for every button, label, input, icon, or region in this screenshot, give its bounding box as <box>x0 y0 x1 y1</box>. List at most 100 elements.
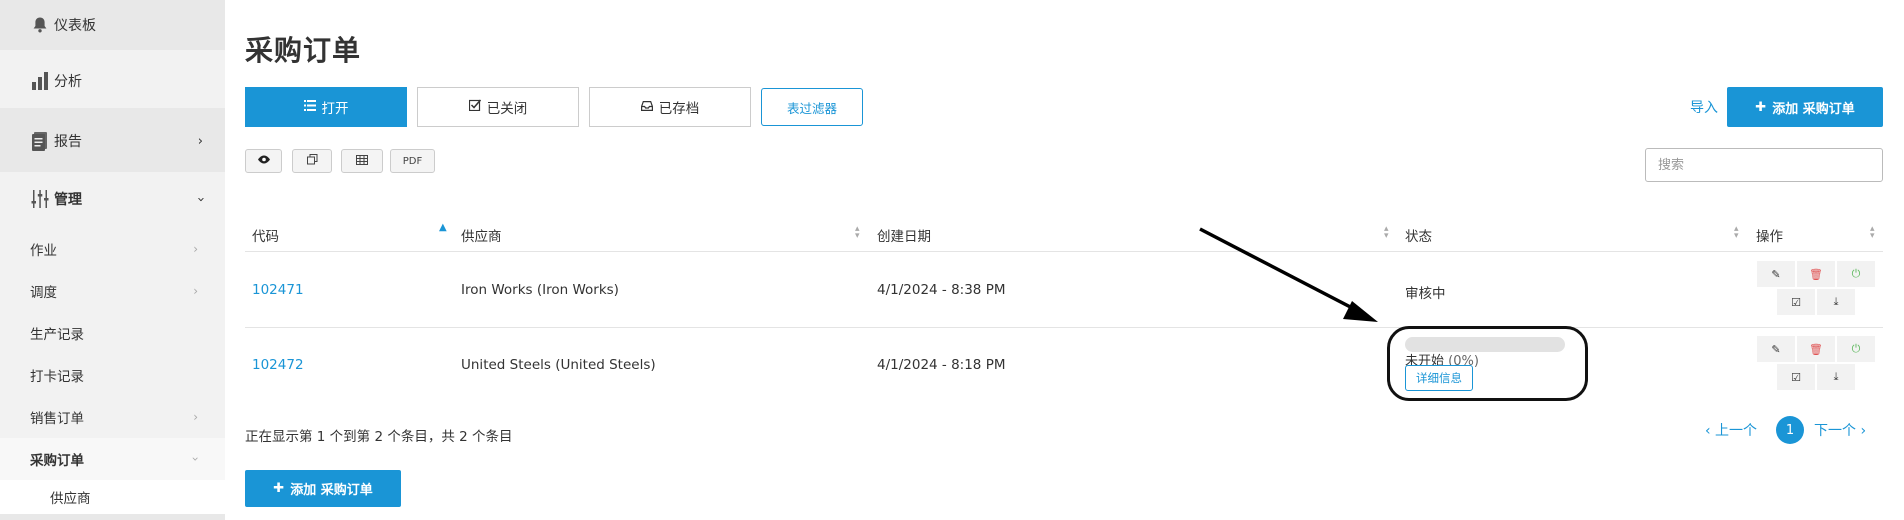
chevron-right-icon: › <box>197 133 203 149</box>
tab-open[interactable]: 打开 <box>245 87 407 127</box>
check-square-icon <box>468 99 481 115</box>
sidebar-item-manage[interactable]: 管理 › <box>0 182 225 216</box>
download-button[interactable]: ⤓ <box>1816 288 1856 316</box>
column-header-created-date[interactable]: 创建日期 <box>877 225 931 245</box>
export-table-button[interactable] <box>341 149 383 173</box>
chevron-down-icon: › <box>192 196 208 202</box>
sidebar-item-label: 报告 <box>54 134 82 150</box>
import-link[interactable]: 导入 <box>1690 97 1718 117</box>
column-header-supplier[interactable]: 供应商 <box>461 225 502 245</box>
sidebar-item-label: 分析 <box>54 74 82 90</box>
report-icon <box>30 131 50 151</box>
power-button[interactable]: ⏻ <box>1836 335 1876 363</box>
chevron-right-icon: › <box>193 242 198 256</box>
row-divider <box>245 327 1883 328</box>
tab-label: 已关闭 <box>486 101 528 117</box>
sidebar-item-purchase-orders[interactable]: 采购订单 › <box>0 438 225 480</box>
created-date-cell: 4/1/2024 - 8:18 PM <box>877 357 1006 373</box>
trash-icon: 🗑 <box>1809 342 1823 356</box>
sidebar-item-reports[interactable]: 报告 › <box>0 124 225 158</box>
header-divider <box>245 251 1883 252</box>
next-page-link[interactable]: 下一个 › <box>1814 420 1866 440</box>
order-code-link[interactable]: 102471 <box>252 282 304 298</box>
sidebar-band-bottom <box>0 514 225 520</box>
sidebar-item-label: 调度 <box>30 285 57 301</box>
table-info: 正在显示第 1 个到第 2 个条目，共 2 个条目 <box>245 429 513 445</box>
power-button[interactable]: ⏻ <box>1836 260 1876 288</box>
sidebar-item-label: 作业 <box>30 243 57 259</box>
copy-button[interactable] <box>292 149 332 173</box>
trash-icon: 🗑 <box>1809 267 1823 281</box>
column-header-code[interactable]: 代码 <box>252 225 279 245</box>
edit-button[interactable]: ✎ <box>1756 260 1796 288</box>
tab-closed[interactable]: 已关闭 <box>417 87 579 127</box>
tab-archived[interactable]: 已存档 <box>589 87 751 127</box>
button-label: 添加 采购订单 <box>1772 101 1855 117</box>
button-label: 添加 采购订单 <box>290 483 373 498</box>
sidebar-item-label: 生产记录 <box>30 327 84 343</box>
order-code-link[interactable]: 102472 <box>252 357 304 373</box>
chevron-down-icon: › <box>188 456 203 462</box>
edit-icon: ✎ <box>1771 267 1781 281</box>
sort-icon[interactable]: ▴ ▾ <box>1870 225 1875 241</box>
sidebar-item-jobs[interactable]: 作业 › <box>0 228 225 270</box>
chevron-right-icon: › <box>193 284 198 298</box>
close-order-button[interactable]: ☑ <box>1776 288 1816 316</box>
sidebar-item-suppliers[interactable]: 供应商 <box>0 480 225 514</box>
page-1-button[interactable]: 1 <box>1776 416 1804 444</box>
bar-chart-icon <box>30 71 50 91</box>
previous-page-link[interactable]: ‹ 上一个 <box>1705 420 1757 440</box>
sidebar-item-sales-orders[interactable]: 销售订单 › <box>0 396 225 438</box>
edit-button[interactable]: ✎ <box>1756 335 1796 363</box>
row-actions: ✎ 🗑 ⏻ ☑ ⤓ <box>1756 260 1876 316</box>
sort-icon[interactable]: ▴ ▾ <box>855 225 860 241</box>
column-header-status[interactable]: 状态 <box>1405 225 1432 245</box>
sidebar-item-analytics[interactable]: 分析 <box>0 64 225 98</box>
column-visibility-button[interactable] <box>245 149 282 173</box>
power-icon: ⏻ <box>1851 342 1861 355</box>
sidebar-item-dashboard[interactable]: 仪表板 <box>0 8 225 42</box>
add-purchase-order-button[interactable]: ✚ 添加 采购订单 <box>1727 87 1883 127</box>
sort-ascending-icon[interactable]: ▲ <box>439 223 447 233</box>
delete-button[interactable]: 🗑 <box>1796 260 1836 288</box>
check-square-icon: ☑ <box>1791 370 1801 384</box>
plus-icon: ✚ <box>1755 99 1767 115</box>
chevron-right-icon: › <box>193 410 198 424</box>
add-purchase-order-button-bottom[interactable]: ✚ 添加 采购订单 <box>245 470 401 507</box>
row-actions: ✎ 🗑 ⏻ ☑ ⤓ <box>1756 335 1876 391</box>
sidebar-item-label: 打卡记录 <box>30 369 84 385</box>
delete-button[interactable]: 🗑 <box>1796 335 1836 363</box>
column-header-actions: 操作 <box>1756 229 1783 245</box>
supplier-cell: United Steels (United Steels) <box>461 357 656 373</box>
eye-icon <box>257 155 271 167</box>
download-button[interactable]: ⤓ <box>1816 363 1856 391</box>
check-square-icon: ☑ <box>1791 295 1801 309</box>
download-icon: ⤓ <box>1833 295 1839 308</box>
sidebar-item-timeclock-records[interactable]: 打卡记录 <box>0 354 225 396</box>
created-date-cell: 4/1/2024 - 8:38 PM <box>877 282 1006 298</box>
sidebar-item-production-records[interactable]: 生产记录 <box>0 312 225 354</box>
sidebar-item-label: 供应商 <box>50 491 91 507</box>
inbox-icon <box>640 99 653 115</box>
supplier-cell: Iron Works (Iron Works) <box>461 282 619 298</box>
copy-icon <box>306 154 318 168</box>
sort-icon[interactable]: ▴ ▾ <box>1384 225 1389 241</box>
sidebar-item-scheduling[interactable]: 调度 › <box>0 270 225 312</box>
power-icon: ⏻ <box>1851 267 1861 280</box>
status-cell: 审核中 <box>1405 286 1446 302</box>
export-pdf-button[interactable]: PDF <box>390 149 435 173</box>
details-button[interactable]: 详细信息 <box>1405 365 1473 391</box>
table-filter-button[interactable]: 表过滤器 <box>761 88 863 126</box>
plus-icon: ✚ <box>273 481 285 496</box>
sort-icon[interactable]: ▴ ▾ <box>1734 225 1739 241</box>
sidebar-item-label: 管理 <box>54 192 82 208</box>
sidebar-item-label: 仪表板 <box>54 18 96 34</box>
search-input[interactable] <box>1645 148 1883 182</box>
list-icon <box>303 99 316 115</box>
table-icon <box>356 154 368 168</box>
close-order-button[interactable]: ☑ <box>1776 363 1816 391</box>
tab-label: 打开 <box>321 101 349 117</box>
edit-icon: ✎ <box>1771 342 1781 356</box>
tab-label: 已存档 <box>658 101 700 117</box>
download-icon: ⤓ <box>1833 370 1839 383</box>
